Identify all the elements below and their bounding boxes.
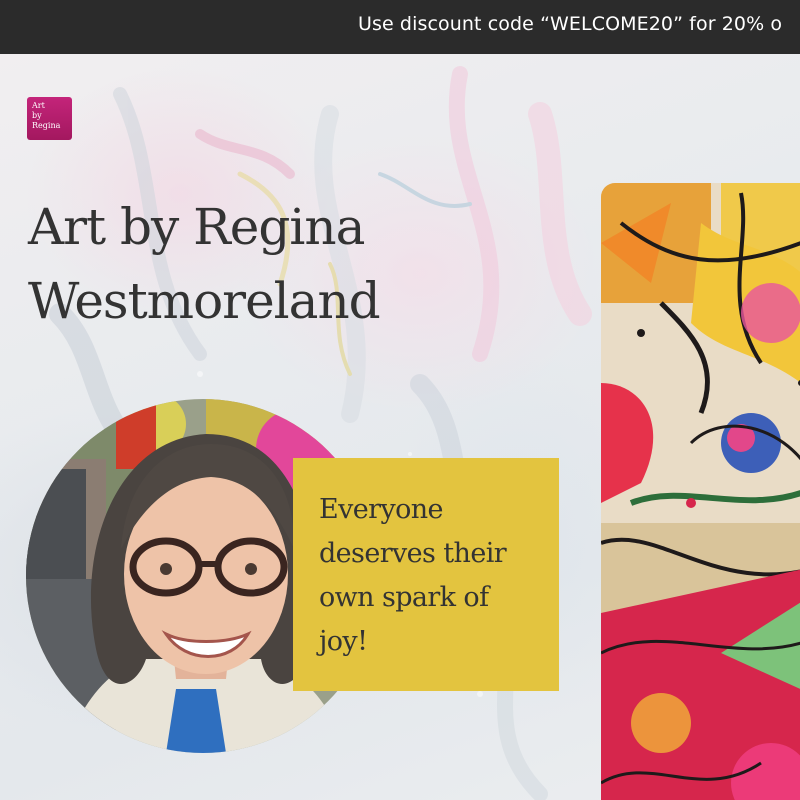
page: Use discount code “WELCOME20” for 20% o xyxy=(0,0,800,800)
artwork-image xyxy=(601,183,800,800)
quote-text: Everyone deserves their own spark of joy… xyxy=(319,494,507,657)
logo-line-3: Regina xyxy=(32,121,61,130)
logo-line-2: by xyxy=(32,111,42,120)
announcement-text: Use discount code “WELCOME20” for 20% o xyxy=(358,13,783,35)
page-title: Art by Regina Westmoreland xyxy=(28,198,381,330)
announcement-bar: Use discount code “WELCOME20” for 20% o xyxy=(0,0,800,54)
quote-box: Everyone deserves their own spark of joy… xyxy=(293,458,559,691)
featured-artwork xyxy=(601,183,800,800)
logo-line-1: Art xyxy=(32,101,45,110)
site-logo[interactable]: Art by Regina xyxy=(27,97,72,140)
